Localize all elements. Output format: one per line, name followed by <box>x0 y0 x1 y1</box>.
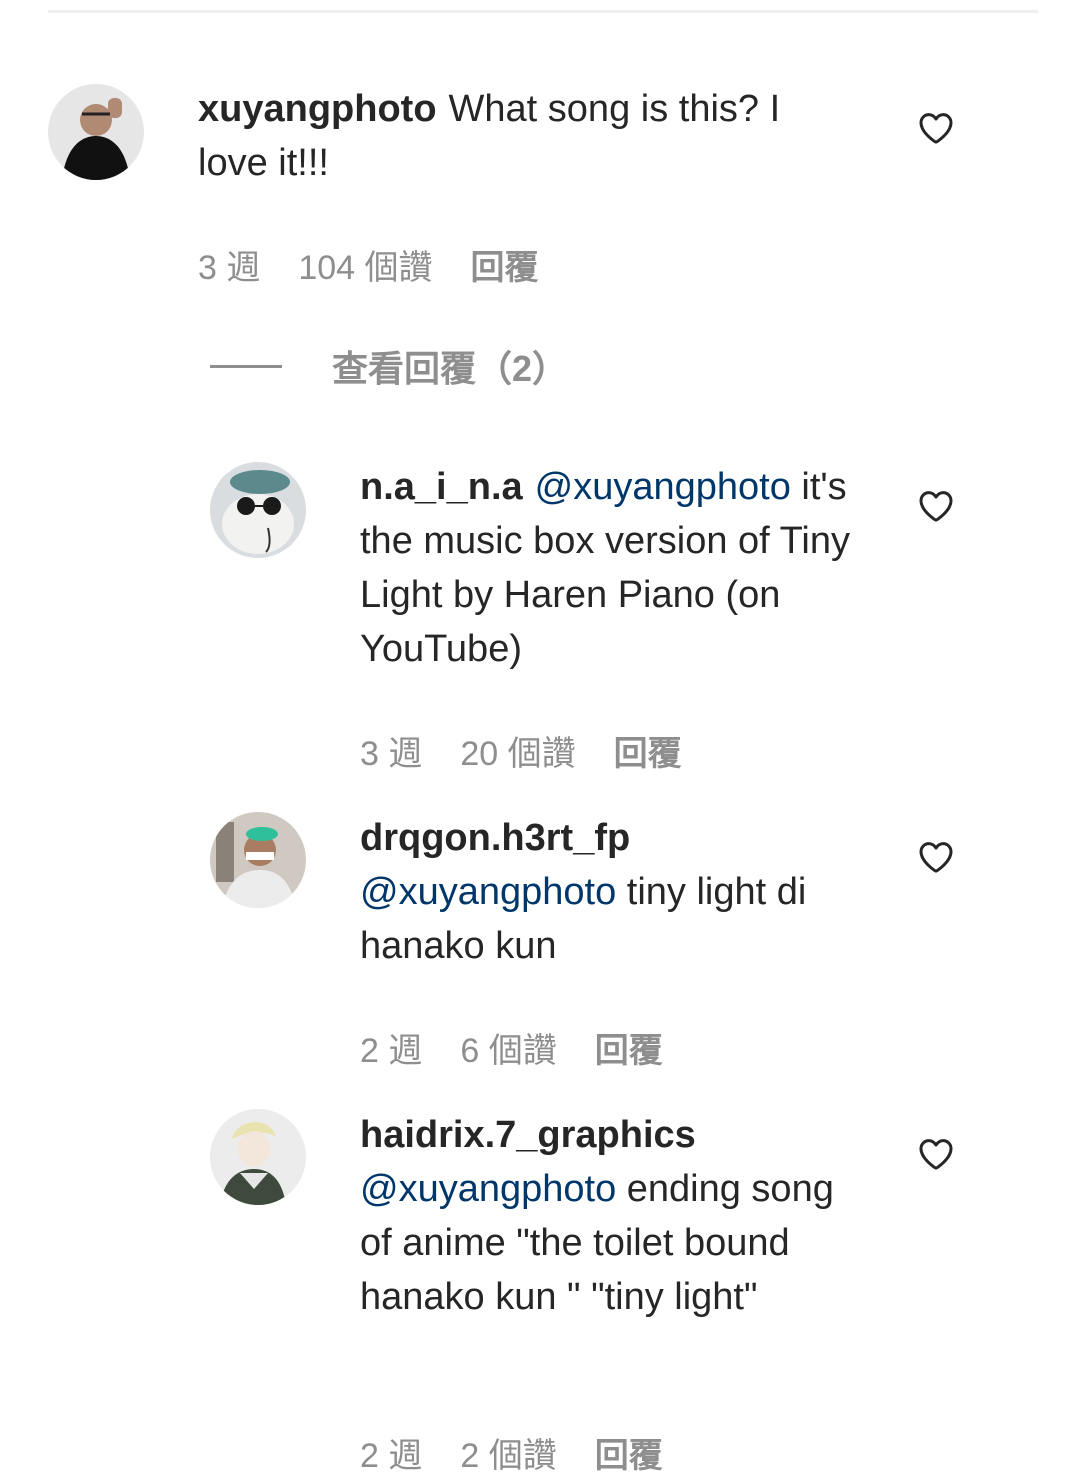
avatar[interactable] <box>48 84 144 180</box>
like-count[interactable]: 6 個讚 <box>460 1032 556 1070</box>
view-replies-label: 查看回覆（2） <box>332 348 569 389</box>
comment-meta: 2 週 6 個讚 回覆 <box>360 1023 701 1072</box>
username[interactable]: drqgon.h3rt_fp <box>360 811 868 865</box>
mention-link[interactable]: @xuyangphoto <box>360 1168 616 1210</box>
reply-button[interactable]: 回覆 <box>595 1437 663 1475</box>
mention-link[interactable]: @xuyangphoto <box>535 466 791 508</box>
timestamp: 3 週 <box>360 735 423 773</box>
view-replies-line <box>210 364 282 368</box>
comment-meta: 2 週 2 個讚 回覆 <box>360 1428 701 1477</box>
heart-outline-icon[interactable] <box>916 837 956 877</box>
timestamp: 2 週 <box>360 1032 423 1070</box>
username[interactable]: n.a_i_n.a <box>360 466 523 508</box>
top-divider <box>48 10 1038 13</box>
username[interactable]: xuyangphoto <box>198 88 437 130</box>
reply-button[interactable]: 回覆 <box>595 1032 663 1070</box>
comment-text: haidrix.7_graphics @xuyangphoto ending so… <box>360 1108 860 1324</box>
avatar[interactable] <box>210 1109 306 1205</box>
comment-text: drqgon.h3rt_fp @xuyangphoto tiny light di… <box>360 811 880 973</box>
heart-outline-icon[interactable] <box>916 1134 956 1174</box>
comment-meta: 3 週 20 個讚 回覆 <box>360 726 720 775</box>
comment-text: n.a_i_n.a @xuyangphoto it's the music box… <box>360 460 860 676</box>
reply-button[interactable]: 回覆 <box>614 735 682 773</box>
view-replies-button[interactable]: 查看回覆（2） <box>210 340 568 392</box>
username[interactable]: haidrix.7_graphics <box>360 1108 848 1162</box>
timestamp: 2 週 <box>360 1437 423 1475</box>
avatar[interactable] <box>210 462 306 558</box>
timestamp: 3 週 <box>198 249 261 287</box>
comment-meta: 3 週 104 個讚 回覆 <box>198 240 577 289</box>
like-count[interactable]: 104 個讚 <box>298 249 432 287</box>
reply-button[interactable]: 回覆 <box>471 249 539 287</box>
mention-link[interactable]: @xuyangphoto <box>360 871 616 913</box>
avatar[interactable] <box>210 812 306 908</box>
heart-outline-icon[interactable] <box>916 108 956 148</box>
heart-outline-icon[interactable] <box>916 486 956 526</box>
like-count[interactable]: 2 個讚 <box>460 1437 556 1475</box>
like-count[interactable]: 20 個讚 <box>460 735 575 773</box>
comment-text: xuyangphoto What song is this? I love it!… <box>198 82 838 190</box>
